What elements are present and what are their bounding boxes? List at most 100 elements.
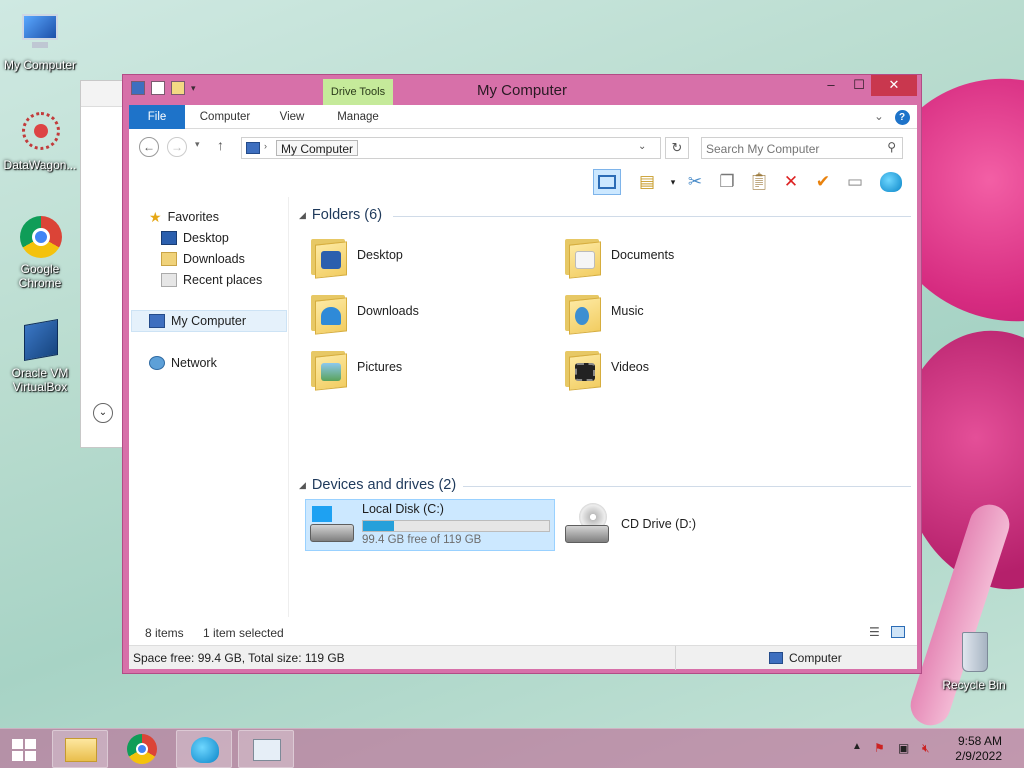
ribbon-tabs: File Computer View Manage ⌄ ?	[129, 105, 917, 129]
desktop-icon-my-computer[interactable]: My Computer	[0, 10, 80, 72]
shell-icon	[191, 737, 219, 763]
paste-icon[interactable]: 📋︎	[745, 169, 773, 195]
folder-label: Desktop	[357, 248, 403, 262]
tab-file[interactable]: File	[129, 105, 185, 129]
nav-desktop[interactable]: Desktop	[161, 228, 229, 248]
taskbar-chrome[interactable]	[114, 730, 170, 768]
chevron-down-icon[interactable]: ⌄	[93, 403, 113, 423]
minimize-button[interactable]: –	[817, 75, 845, 96]
details-view-icon[interactable]: ☰	[869, 625, 880, 639]
select-icon[interactable]: ▤	[633, 169, 661, 195]
folder-label: Downloads	[357, 304, 419, 318]
folders-group-header[interactable]: ◢ Folders (6)	[299, 207, 382, 223]
nav-network[interactable]: Network	[149, 353, 217, 373]
drive-usage-fill	[363, 521, 394, 531]
delete-icon[interactable]: ✕	[777, 169, 805, 195]
action-center-icon[interactable]: ⚑	[874, 741, 885, 755]
folder-desktop[interactable]: Desktop	[309, 233, 403, 279]
desktop-icon-virtualbox[interactable]: Oracle VM VirtualBox	[0, 318, 80, 394]
start-button[interactable]	[0, 730, 48, 768]
windows-logo-icon	[12, 739, 36, 761]
chrome-icon	[18, 214, 62, 258]
refresh-button[interactable]: ↻	[665, 137, 689, 159]
navigation-pane: ★ Favorites Desktop Downloads Recent pla…	[129, 197, 289, 617]
search-box[interactable]: ⚲	[701, 137, 903, 159]
folder-videos[interactable]: Videos	[563, 345, 649, 391]
location-zone: Computer	[789, 651, 842, 665]
help-icon[interactable]: ?	[893, 105, 911, 129]
devices-group-header[interactable]: ◢ Devices and drives (2)	[299, 477, 456, 493]
forward-button[interactable]: →	[167, 137, 187, 157]
folder-label: Pictures	[357, 360, 403, 374]
details-bar: Space free: 99.4 GB, Total size: 119 GB …	[129, 645, 917, 670]
shell-icon[interactable]	[877, 169, 905, 195]
folder-music[interactable]: Music	[563, 289, 644, 335]
expand-ribbon-icon[interactable]: ⌄	[871, 105, 887, 129]
large-icons-view-icon[interactable]	[891, 626, 905, 638]
nav-my-computer[interactable]: My Computer	[149, 311, 246, 331]
recent-places-icon	[161, 273, 177, 287]
nav-label: My Computer	[171, 314, 247, 328]
folder-icon	[309, 233, 347, 279]
drive-free-space: 99.4 GB free of 119 GB	[362, 534, 482, 546]
search-input[interactable]	[706, 141, 876, 156]
virtualbox-icon	[18, 318, 62, 362]
network-status-icon[interactable]: ▣	[898, 741, 909, 755]
taskbar-file-explorer[interactable]	[52, 730, 108, 768]
checkmark-icon[interactable]: ✔	[809, 169, 837, 195]
collapse-icon[interactable]: ◢	[299, 210, 306, 221]
tab-view[interactable]: View	[267, 105, 317, 129]
content-area: ★ Favorites Desktop Downloads Recent pla…	[129, 197, 917, 637]
desktop-icon	[161, 231, 177, 245]
preview-pane-button[interactable]	[593, 169, 621, 195]
nav-downloads[interactable]: Downloads	[161, 249, 245, 269]
recent-locations-icon[interactable]: ▾	[195, 139, 200, 150]
up-button[interactable]: ↑	[217, 137, 224, 153]
folder-downloads[interactable]: Downloads	[309, 289, 419, 335]
tab-computer[interactable]: Computer	[191, 105, 259, 129]
network-icon	[149, 356, 165, 370]
folder-icon	[65, 738, 97, 762]
maximize-button[interactable]: ☐	[845, 75, 873, 96]
folder-documents[interactable]: Documents	[563, 233, 674, 279]
rename-icon[interactable]: ▭	[841, 169, 869, 195]
space-info: Space free: 99.4 GB, Total size: 119 GB	[133, 651, 345, 665]
breadcrumb-my-computer[interactable]: My Computer	[276, 140, 359, 156]
drive-cd-d[interactable]: CD Drive (D:)	[565, 503, 696, 545]
tab-manage[interactable]: Manage	[323, 105, 393, 129]
breadcrumb-separator-icon[interactable]: ›	[264, 141, 267, 151]
show-hidden-icons-icon[interactable]: ▲	[852, 741, 862, 752]
back-button[interactable]: ←	[139, 137, 159, 157]
search-icon: ⚲	[887, 140, 896, 154]
desktop-icon-google-chrome[interactable]: Google Chrome	[0, 214, 80, 290]
copy-icon[interactable]: ❐	[713, 169, 741, 195]
group-title: Devices and drives (2)	[311, 477, 457, 493]
clock[interactable]: 9:58 AM 2/9/2022	[955, 734, 1002, 764]
folder-label: Videos	[611, 360, 649, 374]
folder-icon	[309, 289, 347, 335]
taskbar-monitor-app[interactable]	[238, 730, 294, 768]
drive-local-disk-c[interactable]: Local Disk (C:) 99.4 GB free of 119 GB	[305, 499, 555, 551]
explorer-window[interactable]: ▾ Drive Tools My Computer – ☐ ✕ File Com…	[122, 74, 922, 674]
desktop-icon-label: Google	[20, 262, 60, 276]
collapse-icon[interactable]: ◢	[299, 480, 306, 491]
group-divider	[463, 486, 911, 487]
downloads-icon	[161, 252, 177, 266]
desktop-icon-recycle-bin[interactable]: Recycle Bin	[934, 630, 1014, 692]
folder-pictures[interactable]: Pictures	[309, 345, 403, 391]
cut-icon[interactable]: ✂	[681, 169, 709, 195]
star-icon: ★	[149, 209, 162, 225]
nav-favorites[interactable]: ★ Favorites	[149, 207, 219, 227]
window-title: My Computer	[476, 82, 568, 99]
close-button[interactable]: ✕	[871, 75, 917, 96]
hard-drive-icon	[310, 506, 356, 546]
title-bar[interactable]: ▾ Drive Tools My Computer – ☐ ✕	[123, 75, 921, 105]
address-dropdown-icon[interactable]: ⌄	[638, 141, 646, 152]
volume-muted-icon[interactable]: 🔇︎	[922, 741, 930, 756]
recycle-bin-icon	[952, 630, 996, 674]
address-bar[interactable]: › My Computer ⌄	[241, 137, 661, 159]
nav-recent-places[interactable]: Recent places	[161, 270, 262, 290]
desktop-icon-datawagon[interactable]: DataWagon...	[0, 110, 80, 172]
taskbar-shell-app[interactable]	[176, 730, 232, 768]
datawagon-icon	[18, 110, 62, 154]
